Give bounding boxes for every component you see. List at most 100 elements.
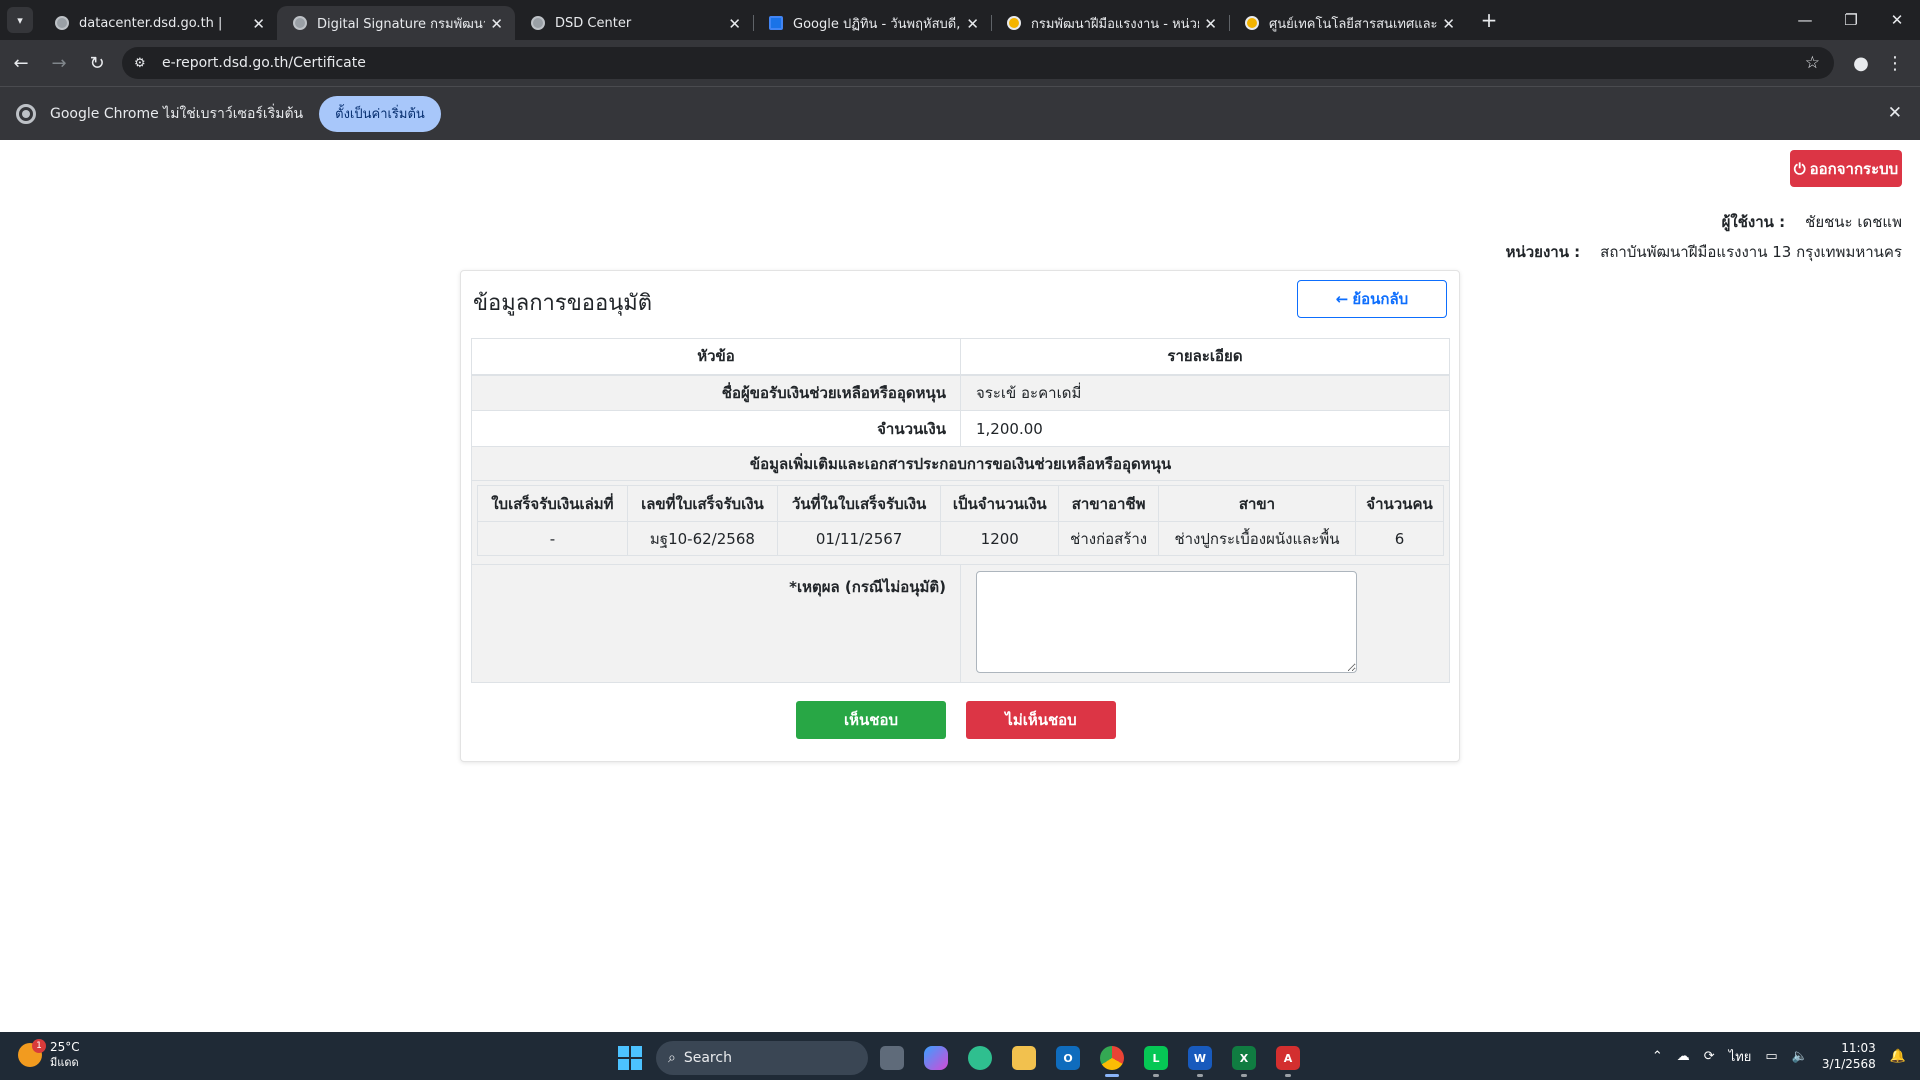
search-icon: ⌕ [668, 1050, 676, 1066]
unit-value: สถาบันพัฒนาฝีมือแรงงาน 13 กรุงเทพมหานคร [1600, 243, 1902, 261]
table-row: จำนวนเงิน 1,200.00 [471, 410, 1450, 447]
cloud-off-icon[interactable]: ☁ [1677, 1049, 1690, 1064]
column-header-detail: รายละเอียด [960, 338, 1450, 376]
browser-tab[interactable]: กรมพัฒนาฝีมือแรงงาน - หน่วยงานภ ✕ [991, 6, 1230, 40]
field-label: จำนวนเงิน [471, 410, 961, 447]
set-default-button[interactable]: ตั้งเป็นค่าเริ่มต้น [319, 95, 441, 132]
column-header: สาขาอาชีพ [1058, 485, 1159, 522]
forward-arrow-icon[interactable]: → [42, 46, 76, 80]
reason-textarea[interactable] [976, 571, 1357, 673]
column-header: จำนวนคน [1355, 485, 1444, 522]
windows-taskbar: 1 25°C มีแดด ⌕ Search O L W X A ⌃ ☁ ⟳ ไท… [0, 1032, 1920, 1080]
section-title: ข้อมูลเพิ่มเติมและเอกสารประกอบการขอเงินช… [471, 446, 1450, 481]
line-icon[interactable]: L [1136, 1038, 1176, 1078]
tab-title: ศูนย์เทคโนโลยีสารสนเทศและการสื่อส [1269, 16, 1437, 32]
browser-toolbar: ← → ↻ ⚙ e-report.dsd.go.th/Certificate ☆… [0, 40, 1920, 86]
word-icon[interactable]: W [1180, 1038, 1220, 1078]
globe-icon [531, 16, 545, 30]
bookmark-star-icon[interactable]: ☆ [1805, 53, 1820, 73]
page-title: ข้อมูลการขออนุมัติ [473, 291, 653, 316]
reload-icon[interactable]: ↻ [80, 46, 114, 80]
close-window-icon[interactable]: ✕ [1874, 0, 1920, 40]
close-icon[interactable]: ✕ [1442, 15, 1455, 33]
time: 11:03 [1841, 1041, 1876, 1055]
restore-icon[interactable]: ❐ [1828, 0, 1874, 40]
copilot-icon[interactable] [916, 1038, 956, 1078]
outlook-icon[interactable]: O [1048, 1038, 1088, 1078]
close-icon[interactable]: ✕ [1888, 103, 1902, 123]
user-info: ผู้ใช้งาน : ชัยชนะ เดชแพ [1722, 210, 1902, 234]
start-button[interactable] [612, 1040, 648, 1076]
column-header-topic: หัวข้อ [471, 338, 961, 376]
column-header: วันที่ในใบเสร็จรับเงิน [777, 485, 942, 522]
window-controls: — ❐ ✕ [1782, 0, 1920, 40]
weather-widget[interactable]: 1 25°C มีแดด [18, 1039, 80, 1070]
approval-table: หัวข้อ รายละเอียด ชื่อผู้ขอรับเงินช่วยเห… [471, 338, 1450, 683]
arrow-left-icon: ← [1335, 290, 1349, 308]
close-icon[interactable]: ✕ [252, 15, 265, 33]
table-row: - มฐ10-62/2568 01/11/2567 1200 ช่างก่อสร… [477, 521, 1444, 556]
globe-icon [1245, 16, 1259, 30]
tab-title: กรมพัฒนาฝีมือแรงงาน - หน่วยงานภ [1031, 16, 1199, 32]
table-row: ชื่อผู้ขอรับเงินช่วยเหลือหรืออุดหนุน จระ… [471, 374, 1450, 411]
reject-button[interactable]: ไม่เห็นชอบ [966, 701, 1116, 739]
kebab-menu-icon[interactable]: ⋮ [1878, 46, 1912, 80]
browser-tab[interactable]: datacenter.dsd.go.th | ✕ [39, 6, 277, 40]
close-icon[interactable]: ✕ [490, 15, 503, 33]
globe-icon [55, 16, 69, 30]
column-header: สาขา [1157, 485, 1357, 522]
logout-button[interactable]: ⏻ ออกจากระบบ [1790, 150, 1902, 187]
notification-badge: 1 [32, 1039, 46, 1053]
column-header: เป็นจำนวนเงิน [940, 485, 1060, 522]
back-label: ย้อนกลับ [1352, 290, 1409, 308]
tab-title: datacenter.dsd.go.th | [79, 15, 223, 31]
tab-title: DSD Center [555, 15, 632, 31]
close-icon[interactable]: ✕ [1204, 15, 1217, 33]
field-label: ชื่อผู้ขอรับเงินช่วยเหลือหรืออุดหนุน [471, 374, 961, 411]
unit-info: หน่วยงาน : สถาบันพัฒนาฝีมือแรงงาน 13 กรุ… [1506, 240, 1902, 264]
user-value: ชัยชนะ เดชแพ [1805, 213, 1902, 231]
file-explorer-icon[interactable] [1004, 1038, 1044, 1078]
approve-button[interactable]: เห็นชอบ [796, 701, 946, 739]
volume-icon[interactable]: 🔈 [1792, 1049, 1808, 1064]
sync-icon[interactable]: ⟳ [1704, 1049, 1715, 1064]
column-header: เลขที่ใบเสร็จรับเงิน [626, 485, 779, 522]
excel-icon[interactable]: X [1224, 1038, 1264, 1078]
url-text[interactable]: e-report.dsd.go.th/Certificate [162, 55, 366, 71]
chrome-icon[interactable] [1092, 1038, 1132, 1078]
receipt-table: ใบเสร็จรับเงินเล่มที่ เลขที่ใบเสร็จรับเง… [477, 485, 1444, 556]
tab-search-button[interactable]: ▾ [7, 7, 33, 33]
new-tab-button[interactable]: + [1477, 8, 1501, 32]
chrome-icon [16, 103, 36, 124]
language-indicator[interactable]: ไทย [1729, 1046, 1752, 1067]
back-arrow-icon[interactable]: ← [4, 46, 38, 80]
logout-label: ออกจากระบบ [1809, 159, 1899, 178]
close-icon[interactable]: ✕ [966, 15, 979, 33]
profile-icon[interactable]: ● [1844, 46, 1878, 80]
tab-title: Digital Signature กรมพัฒนาฝีมือแรงงาน [317, 16, 485, 32]
site-info-icon[interactable]: ⚙ [134, 56, 152, 71]
minimize-icon[interactable]: — [1782, 0, 1828, 40]
task-view-icon[interactable] [872, 1038, 912, 1078]
browser-tab[interactable]: Google ปฏิทิน - วันพฤหัสบดี, 16 ม ✕ [753, 6, 992, 40]
chevron-up-icon[interactable]: ⌃ [1652, 1049, 1663, 1064]
browser-tab[interactable]: ศูนย์เทคโนโลยีสารสนเทศและการสื่อส ✕ [1229, 6, 1467, 40]
back-button[interactable]: ← ย้อนกลับ [1297, 280, 1447, 318]
notification-bell-icon[interactable]: 🔔 [1890, 1049, 1906, 1064]
temperature: 25°C [50, 1040, 80, 1054]
pdf-icon[interactable]: A [1268, 1038, 1308, 1078]
edge-icon[interactable] [960, 1038, 1000, 1078]
address-bar[interactable]: ⚙ e-report.dsd.go.th/Certificate ☆ [122, 47, 1834, 79]
calendar-icon [769, 16, 783, 30]
table-cell: - [477, 521, 628, 556]
table-cell: ช่างก่อสร้าง [1058, 521, 1159, 556]
search-label: Search [683, 1050, 732, 1066]
reason-cell [960, 564, 1450, 683]
network-icon[interactable]: ▭ [1765, 1049, 1777, 1064]
clock[interactable]: 11:03 3/1/2568 [1822, 1040, 1876, 1072]
close-icon[interactable]: ✕ [728, 15, 741, 33]
browser-tab[interactable]: DSD Center ✕ [515, 6, 754, 40]
power-icon: ⏻ [1793, 159, 1806, 178]
taskbar-search[interactable]: ⌕ Search [656, 1041, 868, 1075]
browser-tab-active[interactable]: Digital Signature กรมพัฒนาฝีมือแรงงาน ✕ [277, 6, 515, 40]
